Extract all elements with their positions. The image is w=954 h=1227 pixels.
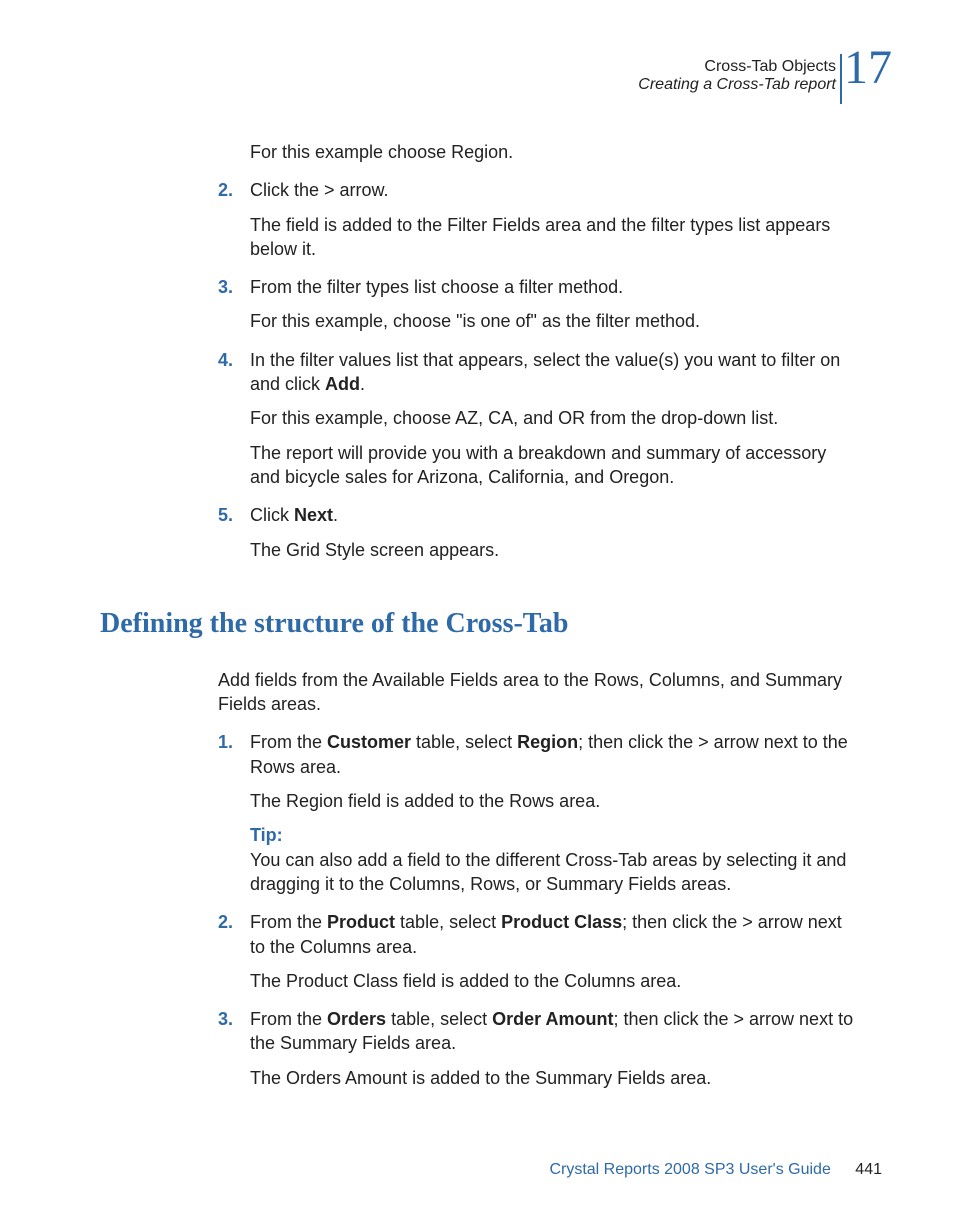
footer-title: Crystal Reports 2008 SP3 User's Guide	[549, 1161, 830, 1178]
step-2-result: The field is added to the Filter Fields …	[250, 213, 860, 262]
step-3-result: For this example, choose "is one of" as …	[250, 309, 860, 333]
step-2: 2. Click the > arrow.	[218, 178, 860, 202]
tip-block: Tip: You can also add a field to the dif…	[250, 823, 860, 896]
sec2-step-3: 3. From the Orders table, select Order A…	[218, 1007, 860, 1056]
s3-b1: Orders	[327, 1009, 386, 1029]
s3-pre: From the	[250, 1009, 327, 1029]
page: Cross-Tab Objects Creating a Cross-Tab r…	[0, 0, 954, 1227]
sec2-step-2: 2. From the Product table, select Produc…	[218, 910, 860, 959]
sec2-step-1: 1. From the Customer table, select Regio…	[218, 730, 860, 779]
s3-mid: table, select	[386, 1009, 492, 1029]
footer: Crystal Reports 2008 SP3 User's Guide 44…	[549, 1161, 882, 1179]
step-number: 3.	[218, 275, 250, 299]
chapter-number: 17	[844, 44, 892, 92]
step-text: Click Next.	[250, 503, 860, 527]
sec2-step3-result: The Orders Amount is added to the Summar…	[250, 1066, 860, 1090]
header-line1: Cross-Tab Objects	[638, 58, 836, 76]
step4-post: .	[360, 374, 365, 394]
step5-post: .	[333, 505, 338, 525]
step-number: 5.	[218, 503, 250, 527]
step-text: In the filter values list that appears, …	[250, 348, 860, 397]
step-5: 5. Click Next.	[218, 503, 860, 527]
s1-b1: Customer	[327, 732, 411, 752]
step-4-example: For this example, choose AZ, CA, and OR …	[250, 406, 860, 430]
heading-defining-structure: Defining the structure of the Cross-Tab	[100, 608, 860, 640]
step-number: 2.	[218, 178, 250, 202]
sec2-step1-result: The Region field is added to the Rows ar…	[250, 789, 860, 813]
step-4-result: The report will provide you with a break…	[250, 441, 860, 490]
header-line2: Creating a Cross-Tab report	[638, 76, 836, 94]
tip-body: You can also add a field to the differen…	[250, 848, 860, 897]
step-text: From the Customer table, select Region; …	[250, 730, 860, 779]
s2-b1: Product	[327, 912, 395, 932]
tip-label: Tip:	[250, 823, 860, 847]
para-example-region: For this example choose Region.	[250, 140, 860, 164]
step-text: From the Product table, select Product C…	[250, 910, 860, 959]
step5-pre: Click	[250, 505, 294, 525]
step-3: 3. From the filter types list choose a f…	[218, 275, 860, 299]
s2-b2: Product Class	[501, 912, 622, 932]
step-5-result: The Grid Style screen appears.	[250, 538, 860, 562]
step-number: 2.	[218, 910, 250, 959]
section2-intro: Add fields from the Available Fields are…	[218, 668, 860, 717]
s2-pre: From the	[250, 912, 327, 932]
step-number: 4.	[218, 348, 250, 397]
content-area: For this example choose Region. 2. Click…	[100, 140, 860, 1104]
s1-pre: From the	[250, 732, 327, 752]
s2-mid: table, select	[395, 912, 501, 932]
footer-page: 441	[855, 1161, 882, 1178]
step-number: 3.	[218, 1007, 250, 1056]
step4-bold: Add	[325, 374, 360, 394]
s1-mid: table, select	[411, 732, 517, 752]
step-text: From the Orders table, select Order Amou…	[250, 1007, 860, 1056]
s3-b2: Order Amount	[492, 1009, 613, 1029]
header-divider	[840, 54, 842, 104]
header-text: Cross-Tab Objects Creating a Cross-Tab r…	[638, 58, 836, 94]
step-number: 1.	[218, 730, 250, 779]
step-text: Click the > arrow.	[250, 178, 860, 202]
step-4: 4. In the filter values list that appear…	[218, 348, 860, 397]
step5-bold: Next	[294, 505, 333, 525]
s1-b2: Region	[517, 732, 578, 752]
step-text: From the filter types list choose a filt…	[250, 275, 860, 299]
sec2-step2-result: The Product Class field is added to the …	[250, 969, 860, 993]
